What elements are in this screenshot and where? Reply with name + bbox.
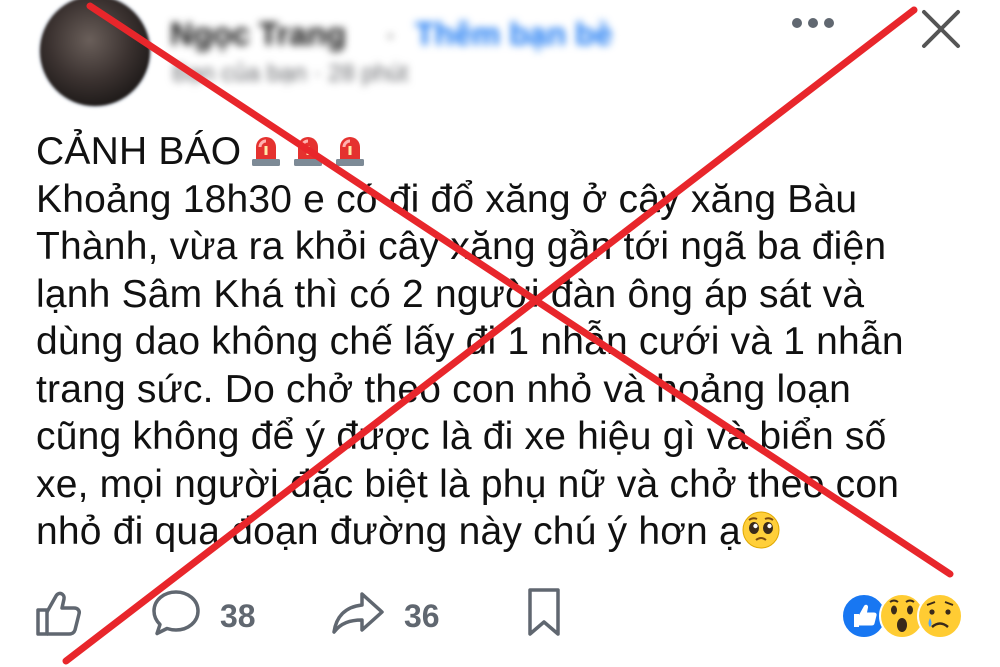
share-count[interactable]: 36	[404, 598, 440, 635]
comment-bubble-icon[interactable]	[150, 588, 202, 638]
pleading-face-icon	[742, 511, 780, 549]
post-meta: Bạn của bạn · 28 phút	[172, 60, 409, 87]
sad-reaction-icon	[917, 593, 963, 639]
post-line: lạnh Sâm Khá thì có 2 người đàn ông áp s…	[36, 272, 865, 316]
reactions-summary[interactable]	[840, 592, 970, 640]
like-thumb-icon[interactable]	[34, 588, 84, 638]
post-line: cũng không để ý được là đi xe hiệu gì và…	[36, 415, 887, 458]
avatar[interactable]	[40, 0, 150, 106]
police-light-icon	[294, 137, 323, 166]
author-name[interactable]: Ngọc Trang	[170, 16, 346, 53]
post-header: Ngọc Trang · Thêm bạn bè Bạn của bạn · 2…	[0, 0, 1000, 110]
share-arrow-icon[interactable]	[330, 588, 386, 638]
post-line: nhỏ đi qua đoạn đường này chú ý hơn ạ	[36, 510, 741, 553]
post-title-line: CẢNH BÁO	[36, 128, 986, 176]
police-light-icon	[336, 137, 365, 166]
post-line: Thành, vừa ra khỏi cây xăng gần tới ngã …	[36, 225, 887, 268]
more-dots-icon[interactable]	[788, 8, 838, 38]
add-friend-link[interactable]: Thêm bạn bè	[415, 16, 612, 53]
post-line: Khoảng 18h30 e có đi đổ xăng ở cây xăng …	[36, 177, 858, 221]
post-title: CẢNH BÁO	[36, 130, 242, 173]
post-line: xe, mọi người đặc biệt là phụ nữ và chở …	[36, 462, 900, 506]
post-last-line: nhỏ đi qua đoạn đường này chú ý hơn ạ	[36, 508, 986, 556]
post-text: CẢNH BÁO Khoảng 18h30 e có đi đổ xăng ở …	[36, 128, 986, 556]
post-line: trang sức. Do chở theo con nhỏ và hoảng …	[36, 367, 852, 411]
header-separator: ·	[385, 16, 396, 52]
police-light-icon	[252, 137, 281, 166]
close-icon[interactable]	[918, 6, 964, 52]
comment-count[interactable]: 38	[220, 598, 256, 635]
post-line: dùng dao không chế lấy đi 1 nhẫn cưới và…	[36, 320, 904, 363]
bookmark-icon[interactable]	[524, 586, 564, 638]
